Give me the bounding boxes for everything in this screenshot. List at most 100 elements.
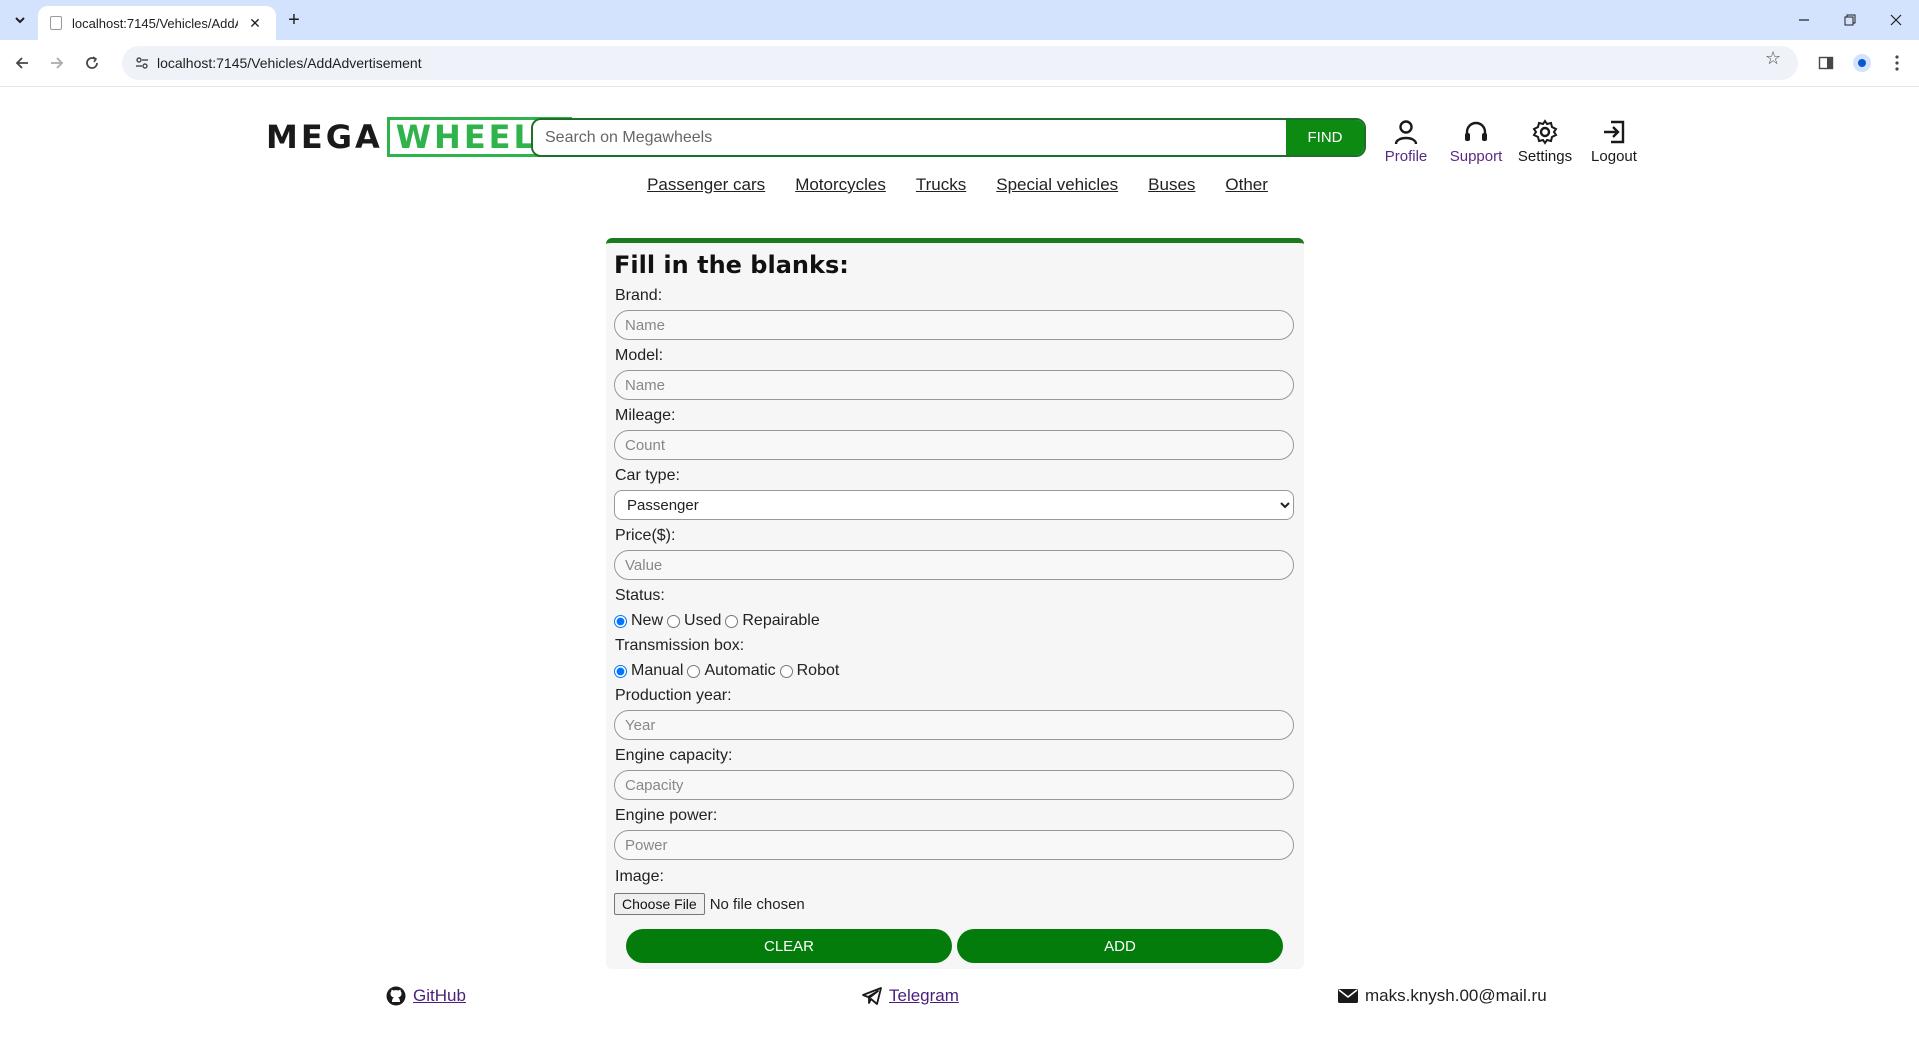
avatar <box>1853 54 1871 72</box>
find-button[interactable]: FIND <box>1286 120 1364 155</box>
logout-link[interactable]: Logout <box>1579 118 1649 166</box>
add-button[interactable]: ADD <box>957 929 1283 963</box>
tab-title: localhost:7145/Vehicles/AddA <box>72 15 238 31</box>
headset-icon <box>1465 121 1487 141</box>
browser-tab-active[interactable]: localhost:7145/Vehicles/AddA ✕ <box>38 6 276 40</box>
price-input[interactable] <box>614 550 1294 580</box>
profile-link[interactable]: Profile <box>1371 118 1441 166</box>
telegram-link[interactable]: Telegram <box>889 986 959 1006</box>
back-button[interactable] <box>10 51 34 75</box>
car-type-select[interactable]: Passenger <box>614 490 1294 520</box>
status-radio-group: New Used Repairable <box>614 612 824 630</box>
new-tab-button[interactable]: + <box>282 8 306 32</box>
form-title: Fill in the blanks: <box>614 251 849 279</box>
reload-button[interactable] <box>80 51 104 75</box>
status-option-repairable[interactable]: Repairable <box>725 612 820 630</box>
transmission-label: Transmission box: <box>615 637 745 654</box>
gear-icon <box>1532 119 1558 145</box>
transmission-option-manual[interactable]: Manual <box>614 662 683 680</box>
profile-label: Profile <box>1384 148 1428 165</box>
transmission-robot-radio[interactable] <box>779 664 793 678</box>
mileage-label: Mileage: <box>615 407 676 424</box>
image-label: Image: <box>615 868 664 885</box>
brand-input[interactable] <box>614 310 1294 340</box>
close-window-button[interactable] <box>1873 0 1919 40</box>
site-logo[interactable]: MEGA WHEELS <box>266 117 572 157</box>
settings-link[interactable]: Settings <box>1510 118 1580 166</box>
status-label: Status: <box>615 587 665 604</box>
category-nav: Passenger cars Motorcycles Trucks Specia… <box>0 175 1919 199</box>
tab-close-icon[interactable]: ✕ <box>246 15 264 32</box>
choose-file-button[interactable]: Choose File <box>614 893 705 915</box>
user-icon <box>1394 120 1418 145</box>
support-label: Support <box>1449 148 1503 165</box>
nav-special-vehicles[interactable]: Special vehicles <box>996 175 1118 199</box>
url-text: localhost:7145/Vehicles/AddAdvertisement <box>157 55 422 71</box>
mileage-input[interactable] <box>614 430 1294 460</box>
status-new-radio[interactable] <box>614 614 627 628</box>
nav-passenger-cars[interactable]: Passenger cars <box>647 175 765 199</box>
engine-capacity-input[interactable] <box>614 770 1294 800</box>
chevron-down-icon <box>15 17 25 24</box>
side-panel-button[interactable] <box>1814 51 1838 75</box>
arrow-right-icon <box>51 57 64 69</box>
transmission-option-automatic[interactable]: Automatic <box>687 662 776 680</box>
restore-button[interactable] <box>1827 0 1873 40</box>
transmission-manual-radio[interactable] <box>614 664 627 678</box>
status-option-new[interactable]: New <box>614 612 663 630</box>
footer-email: maks.knysh.00@mail.ru <box>1337 985 1547 1007</box>
address-bar[interactable]: localhost:7145/Vehicles/AddAdvertisement <box>122 46 1798 80</box>
github-link[interactable]: GitHub <box>413 986 466 1006</box>
model-label: Model: <box>615 347 664 364</box>
settings-label: Settings <box>1517 148 1573 165</box>
image-file-input: Choose File No file chosen <box>614 893 805 915</box>
minimize-button[interactable] <box>1781 0 1827 40</box>
transmission-radio-group: Manual Automatic Robot <box>614 662 843 680</box>
logout-icon <box>1604 120 1625 144</box>
browser-menu-button[interactable] <box>1885 51 1909 75</box>
file-status-text: No file chosen <box>709 895 805 913</box>
transmission-option-robot[interactable]: Robot <box>779 662 839 680</box>
brand-label: Brand: <box>615 287 663 304</box>
transmission-automatic-radio[interactable] <box>687 664 701 678</box>
arrow-left-icon <box>15 57 28 69</box>
add-advertisement-form: Fill in the blanks: Brand: Model: Mileag… <box>606 238 1304 969</box>
bookmark-star-icon[interactable]: ☆ <box>1765 48 1781 69</box>
browser-tabstrip: localhost:7145/Vehicles/AddA ✕ + <box>0 0 1919 40</box>
side-panel-icon <box>1818 56 1834 70</box>
github-icon <box>386 986 406 1006</box>
nav-buses[interactable]: Buses <box>1148 175 1195 199</box>
close-icon <box>1890 14 1902 26</box>
site-search-form: FIND <box>531 118 1366 157</box>
reload-icon <box>86 56 98 69</box>
engine-power-label: Engine power: <box>615 807 718 824</box>
car-type-label: Car type: <box>615 467 680 484</box>
footer-telegram: Telegram <box>861 985 959 1007</box>
site-info-icon[interactable] <box>134 55 150 71</box>
model-input[interactable] <box>614 370 1294 400</box>
clear-button[interactable]: CLEAR <box>626 929 952 963</box>
page-favicon-icon <box>50 16 62 30</box>
telegram-icon <box>862 987 882 1005</box>
tab-search-button[interactable] <box>8 8 32 32</box>
restore-icon <box>1844 14 1856 26</box>
logo-mega-text: MEGA <box>266 118 383 156</box>
support-link[interactable]: Support <box>1441 118 1511 166</box>
minimize-icon <box>1799 19 1809 21</box>
production-year-input[interactable] <box>614 710 1294 740</box>
status-used-radio[interactable] <box>667 614 681 628</box>
email-text: maks.knysh.00@mail.ru <box>1365 986 1547 1005</box>
nav-motorcycles[interactable]: Motorcycles <box>795 175 886 199</box>
forward-button[interactable] <box>45 51 69 75</box>
production-year-label: Production year: <box>615 687 732 704</box>
profile-avatar-button[interactable] <box>1850 51 1874 75</box>
engine-capacity-label: Engine capacity: <box>615 747 733 764</box>
nav-other[interactable]: Other <box>1225 175 1268 199</box>
site-search-input[interactable] <box>533 120 1286 155</box>
status-repairable-radio[interactable] <box>725 614 739 628</box>
price-label: Price($): <box>615 527 676 544</box>
status-option-used[interactable]: Used <box>667 612 721 630</box>
engine-power-input[interactable] <box>614 830 1294 860</box>
logout-label: Logout <box>1591 148 1637 165</box>
nav-trucks[interactable]: Trucks <box>916 175 966 199</box>
